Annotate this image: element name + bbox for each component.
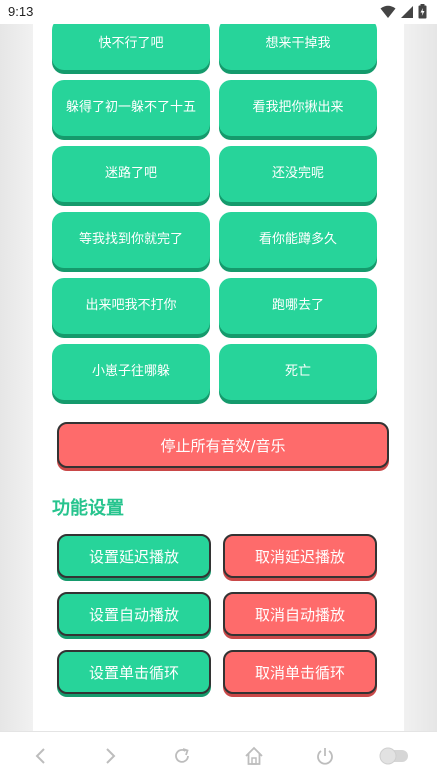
page-margin-left <box>0 24 33 731</box>
cancel-loop-button[interactable]: 取消单击循环 <box>223 650 377 694</box>
sound-button-8[interactable]: 看你能蹲多久 <box>219 212 377 268</box>
sound-button-1[interactable]: 快不行了吧 <box>52 24 210 70</box>
battery-icon <box>418 4 427 23</box>
sound-button-7[interactable]: 等我找到你就完了 <box>52 212 210 268</box>
sound-button-12[interactable]: 死亡 <box>219 344 377 400</box>
sound-button-5[interactable]: 迷路了吧 <box>52 146 210 202</box>
sound-button-6[interactable]: 还没完呢 <box>219 146 377 202</box>
sound-button-9[interactable]: 出来吧我不打你 <box>52 278 210 334</box>
sound-button-10[interactable]: 跑哪去了 <box>219 278 377 334</box>
status-icons <box>380 4 427 23</box>
wifi-icon <box>380 4 396 23</box>
main-card: 快不行了吧 想来干掉我 躲得了初一躲不了十五 看我把你揪出来 迷路了吧 还没完呢… <box>33 24 404 731</box>
set-loop-button[interactable]: 设置单击循环 <box>57 650 211 694</box>
set-delay-button[interactable]: 设置延迟播放 <box>57 534 211 578</box>
home-icon[interactable] <box>242 744 266 768</box>
refresh-icon[interactable] <box>170 744 194 768</box>
signal-icon <box>400 4 414 23</box>
stop-all-button[interactable]: 停止所有音效/音乐 <box>57 422 389 468</box>
status-bar: 9:13 <box>0 0 437 24</box>
forward-icon[interactable] <box>99 744 123 768</box>
status-time: 9:13 <box>8 4 34 19</box>
cancel-delay-button[interactable]: 取消延迟播放 <box>223 534 377 578</box>
sound-button-2[interactable]: 想来干掉我 <box>219 24 377 70</box>
sound-button-11[interactable]: 小崽子往哪躲 <box>52 344 210 400</box>
sound-button-4[interactable]: 看我把你揪出来 <box>219 80 377 136</box>
bottom-navbar <box>0 731 437 777</box>
sound-button-3[interactable]: 躲得了初一躲不了十五 <box>52 80 210 136</box>
cancel-auto-button[interactable]: 取消自动播放 <box>223 592 377 636</box>
back-icon[interactable] <box>28 744 52 768</box>
page-margin-right <box>404 24 437 731</box>
settings-title: 功能设置 <box>52 498 124 519</box>
toggle-icon[interactable] <box>378 744 410 768</box>
power-icon[interactable] <box>313 744 337 768</box>
set-auto-button[interactable]: 设置自动播放 <box>57 592 211 636</box>
